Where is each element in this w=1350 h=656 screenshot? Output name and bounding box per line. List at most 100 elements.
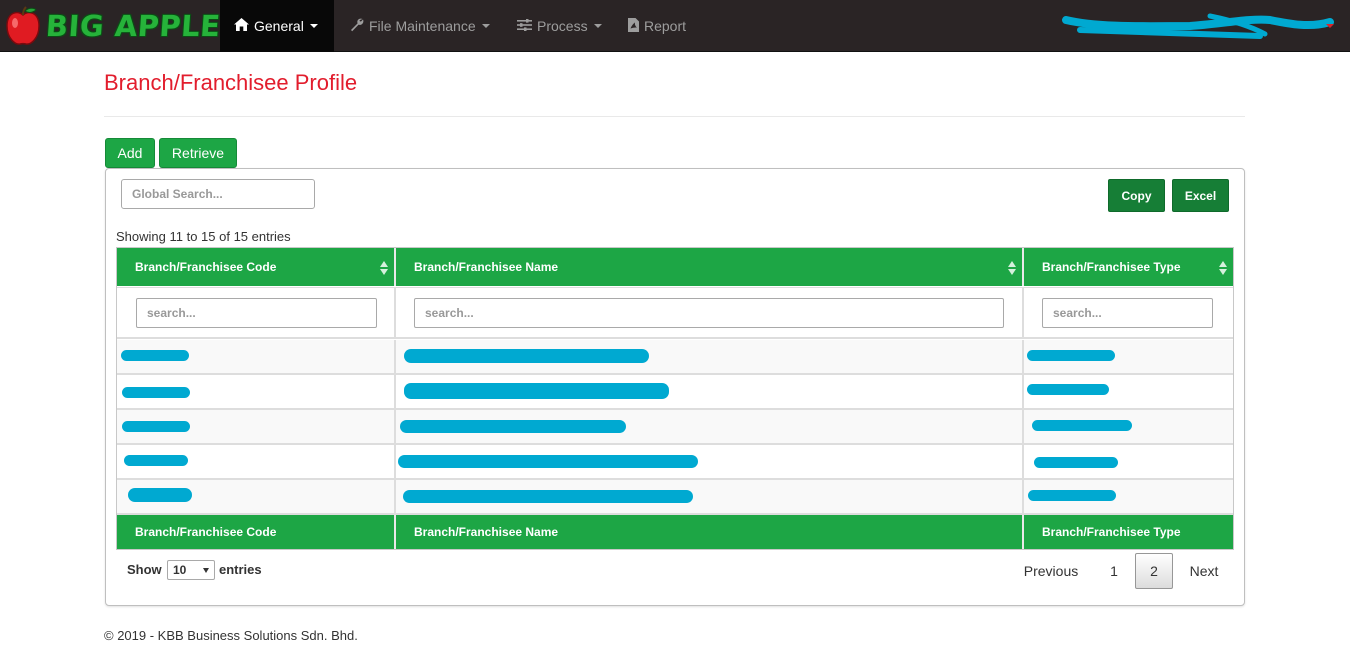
page-size-value: 10	[173, 563, 187, 577]
show-label: Show	[127, 562, 162, 577]
table-row[interactable]	[117, 375, 1233, 410]
table-footer-row: Branch/Franchisee Code Branch/Franchisee…	[117, 515, 1233, 549]
branch-name-cell	[396, 340, 1024, 373]
chevron-down-icon	[593, 24, 602, 28]
redaction-mark	[122, 387, 190, 398]
redaction-mark	[1032, 420, 1132, 431]
branch-name-cell	[396, 445, 1024, 478]
branch-code-cell	[117, 375, 396, 408]
chevron-down-icon	[309, 24, 318, 28]
sort-icon	[1008, 261, 1016, 275]
redaction-mark	[403, 490, 693, 503]
branch-code-cell	[117, 340, 396, 373]
chevron-down-icon	[1326, 24, 1334, 28]
nav-process-label: Process	[537, 18, 588, 34]
code-search-input[interactable]: search...	[136, 298, 377, 328]
redaction-mark	[1028, 490, 1116, 501]
branch-code-cell	[117, 480, 396, 513]
home-icon	[234, 18, 249, 34]
table-header-row: Branch/Franchisee Code Branch/Franchisee…	[117, 248, 1233, 286]
previous-page-button[interactable]: Previous	[1017, 553, 1085, 589]
redaction-mark	[121, 350, 189, 361]
title-divider	[104, 116, 1245, 117]
user-menu[interactable]	[1060, 12, 1340, 42]
branch-type-cell	[1024, 410, 1233, 443]
redaction-mark	[1034, 457, 1118, 468]
branch-name-cell	[396, 480, 1024, 513]
type-search-input[interactable]: search...	[1042, 298, 1213, 328]
footer-branch-code: Branch/Franchisee Code	[117, 515, 396, 549]
search-cell: search...	[117, 288, 396, 338]
nav-report-label: Report	[644, 18, 687, 34]
redaction-mark	[128, 488, 192, 502]
column-search-row: search... search... search...	[117, 287, 1233, 339]
nav-process[interactable]: Process	[503, 0, 616, 52]
redaction-mark	[1027, 350, 1115, 361]
table-row[interactable]	[117, 410, 1233, 445]
table-row[interactable]	[117, 480, 1233, 515]
chevron-down-icon	[481, 24, 490, 28]
redaction-mark	[398, 455, 698, 468]
sort-icon	[1219, 261, 1227, 275]
copyright-text: © 2019 - KBB Business Solutions Sdn. Bhd…	[104, 628, 358, 643]
header-branch-code[interactable]: Branch/Franchisee Code	[117, 248, 396, 286]
table-row[interactable]	[117, 340, 1233, 375]
table-row[interactable]	[117, 445, 1233, 480]
excel-button[interactable]: Excel	[1172, 179, 1229, 212]
footer-label: Branch/Franchisee Name	[414, 525, 559, 539]
footer-branch-name: Branch/Franchisee Name	[396, 515, 1024, 549]
branch-name-cell	[396, 410, 1024, 443]
top-navbar: BIG APPLE General File Maintenance Proce…	[0, 0, 1350, 52]
nav-general-label: General	[254, 18, 304, 34]
page-size-select[interactable]: 10	[167, 560, 215, 580]
page-title: Branch/Franchisee Profile	[104, 70, 358, 95]
nav-file-maintenance-label: File Maintenance	[369, 18, 476, 34]
branch-type-cell	[1024, 340, 1233, 373]
nav-general[interactable]: General	[220, 0, 334, 52]
branch-type-cell	[1024, 445, 1233, 478]
global-search-input[interactable]: Global Search...	[121, 179, 315, 209]
name-search-input[interactable]: search...	[414, 298, 1004, 328]
wrench-icon	[350, 18, 364, 35]
header-branch-name[interactable]: Branch/Franchisee Name	[396, 248, 1024, 286]
data-table: Branch/Franchisee Code Branch/Franchisee…	[116, 247, 1234, 550]
header-label: Branch/Franchisee Code	[135, 260, 277, 274]
redaction-mark	[122, 421, 190, 432]
redaction-mark	[1027, 384, 1109, 395]
header-label: Branch/Franchisee Type	[1042, 260, 1181, 274]
search-cell: search...	[1024, 288, 1233, 338]
next-page-button[interactable]: Next	[1180, 553, 1228, 589]
copy-button[interactable]: Copy	[1108, 179, 1165, 212]
search-cell: search...	[396, 288, 1024, 338]
nav-file-maintenance[interactable]: File Maintenance	[336, 0, 504, 52]
sliders-icon	[517, 18, 532, 34]
header-label: Branch/Franchisee Name	[414, 260, 559, 274]
redaction-mark	[400, 420, 626, 433]
brand-name: BIG APPLE	[44, 9, 222, 43]
footer-branch-type: Branch/Franchisee Type	[1024, 515, 1233, 549]
sort-icon	[380, 261, 388, 275]
redacted-username	[1062, 13, 1334, 39]
branch-type-cell	[1024, 375, 1233, 408]
dropdown-arrow-icon	[203, 568, 209, 573]
page-1-button[interactable]: 1	[1097, 553, 1131, 589]
footer-label: Branch/Franchisee Type	[1042, 525, 1181, 539]
branch-code-cell	[117, 410, 396, 443]
apple-logo-icon	[4, 6, 42, 46]
redaction-mark	[124, 455, 188, 466]
pdf-icon	[628, 17, 639, 35]
redaction-mark	[404, 349, 649, 363]
branch-name-cell	[396, 375, 1024, 408]
page-2-button[interactable]: 2	[1135, 553, 1173, 589]
header-branch-type[interactable]: Branch/Franchisee Type	[1024, 248, 1233, 286]
redaction-mark	[404, 383, 669, 399]
entries-label: entries	[219, 562, 262, 577]
branch-type-cell	[1024, 480, 1233, 513]
footer-label: Branch/Franchisee Code	[135, 525, 277, 539]
add-button[interactable]: Add	[105, 138, 155, 168]
retrieve-button[interactable]: Retrieve	[159, 138, 237, 168]
entries-info: Showing 11 to 15 of 15 entries	[116, 229, 291, 244]
nav-report[interactable]: Report	[614, 0, 700, 52]
branch-code-cell	[117, 445, 396, 478]
brand-logo[interactable]: BIG APPLE	[4, 5, 222, 47]
